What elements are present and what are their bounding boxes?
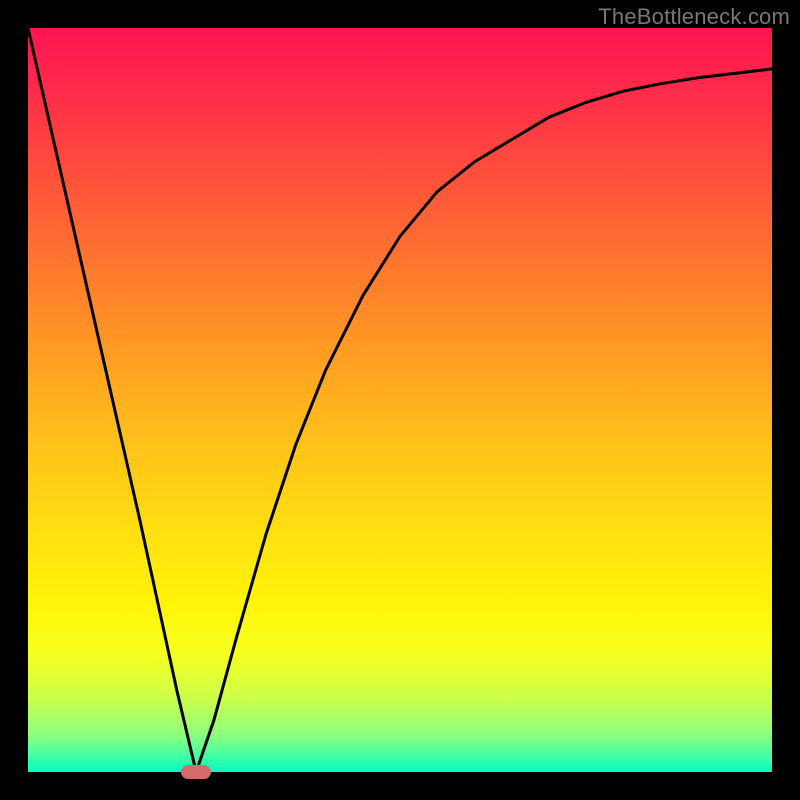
watermark-text: TheBottleneck.com bbox=[598, 4, 790, 30]
plot-area bbox=[28, 28, 772, 772]
optimal-marker bbox=[181, 765, 211, 779]
heat-gradient-background bbox=[28, 28, 772, 772]
